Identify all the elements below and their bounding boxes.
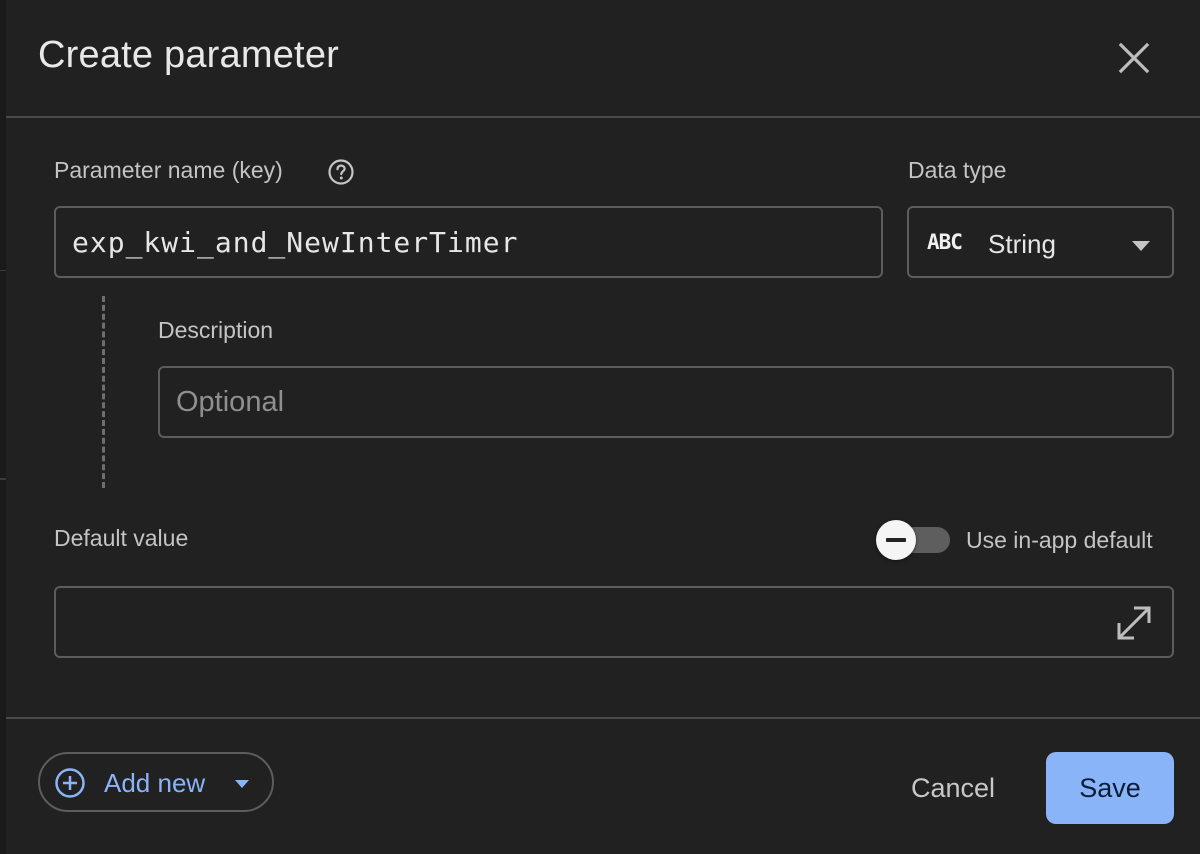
use-in-app-default-toggle[interactable]	[876, 520, 950, 560]
footer-divider	[6, 717, 1200, 719]
default-value-input[interactable]	[56, 588, 1172, 656]
left-edge-strip	[0, 0, 6, 854]
use-in-app-default-label: Use in-app default	[966, 527, 1153, 553]
parameter-name-input[interactable]	[56, 208, 881, 276]
description-field[interactable]	[158, 366, 1174, 438]
save-button[interactable]: Save	[1046, 752, 1174, 824]
add-circle-icon	[55, 768, 85, 798]
toggle-knob	[876, 520, 916, 560]
data-type-select[interactable]: ABC String	[907, 206, 1174, 278]
description-label: Description	[158, 317, 274, 343]
header-divider	[6, 116, 1200, 118]
default-value-field[interactable]	[54, 586, 1174, 658]
description-input[interactable]	[160, 368, 1172, 436]
default-value-label: Default value	[54, 525, 189, 551]
parameter-name-label: Parameter name (key)	[54, 157, 283, 183]
cancel-button[interactable]: Cancel	[890, 760, 1016, 816]
data-type-label: Data type	[908, 157, 1007, 183]
chevron-down-icon	[1132, 241, 1150, 251]
description-indent-line	[102, 296, 105, 488]
chevron-down-icon	[235, 780, 249, 788]
string-type-icon: ABC	[927, 230, 963, 254]
expand-icon[interactable]	[1114, 603, 1154, 643]
parameter-name-field[interactable]	[54, 206, 883, 278]
dialog-title: Create parameter	[38, 34, 340, 76]
help-icon[interactable]	[327, 158, 355, 186]
close-button[interactable]	[1112, 36, 1156, 80]
edge-mark	[0, 270, 6, 271]
data-type-value: String	[988, 229, 1056, 259]
add-new-label: Add new	[104, 768, 206, 798]
close-icon	[1118, 42, 1150, 74]
edge-mark	[0, 478, 6, 480]
add-new-button[interactable]: Add new	[38, 752, 274, 812]
